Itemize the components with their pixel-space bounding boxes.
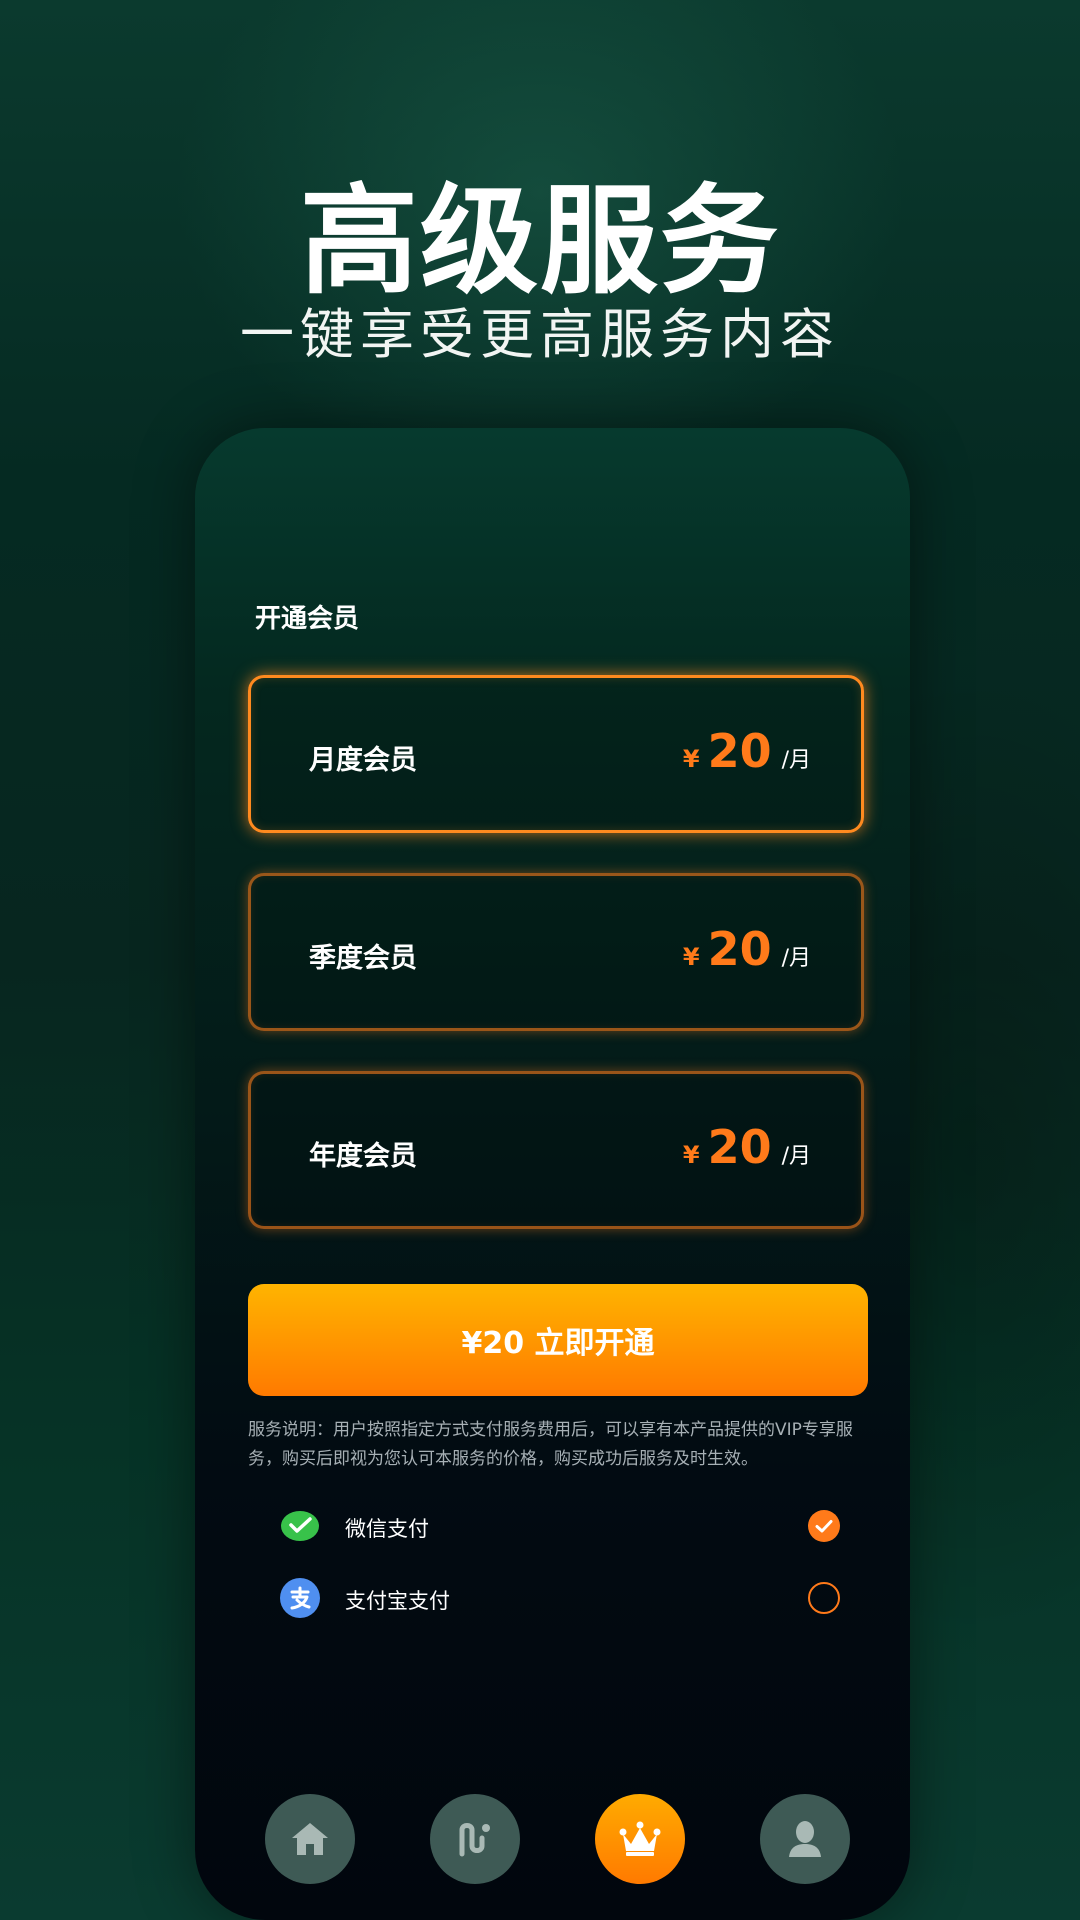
section-label: 开通会员: [255, 604, 360, 634]
crown-icon: [619, 1821, 661, 1856]
plan-price: ¥ 20 /月: [683, 1124, 811, 1170]
wechat-pay-icon: [280, 1506, 320, 1546]
home-icon: [292, 1823, 328, 1855]
payment-label: 微信支付: [345, 1517, 429, 1541]
plan-card-yearly[interactable]: 年度会员 ¥ 20 /月: [248, 1071, 864, 1229]
tab-bar: [195, 1794, 910, 1884]
alipay-icon: [280, 1578, 320, 1618]
plan-name: 季度会员: [309, 943, 417, 974]
plan-amount: 20: [707, 1120, 772, 1174]
plan-card-quarterly[interactable]: 季度会员 ¥ 20 /月: [248, 873, 864, 1031]
plan-name: 月度会员: [309, 745, 417, 776]
plan-price: ¥ 20 /月: [683, 728, 811, 774]
plan-price: ¥ 20 /月: [683, 926, 811, 972]
payment-label: 支付宝支付: [345, 1589, 450, 1613]
plan-currency: ¥: [682, 745, 700, 773]
route-icon: [459, 1823, 490, 1857]
plan-amount: 20: [707, 922, 772, 976]
plan-currency: ¥: [682, 943, 700, 971]
payment-option-wechat[interactable]: 微信支付: [280, 1504, 840, 1548]
plan-unit: /月: [781, 1144, 811, 1169]
tab-route[interactable]: [430, 1794, 520, 1884]
plan-card-monthly[interactable]: 月度会员 ¥ 20 /月: [248, 675, 864, 833]
profile-icon: [789, 1821, 821, 1857]
radio-unchecked-icon[interactable]: [808, 1582, 840, 1614]
tab-profile[interactable]: [760, 1794, 850, 1884]
hero-subtitle: 一键享受更高服务内容: [240, 303, 840, 366]
tab-vip[interactable]: [595, 1794, 685, 1884]
tab-home[interactable]: [265, 1794, 355, 1884]
service-note: 服务说明：用户按照指定方式支付服务费用后，可以享有本产品提供的VIP专享服务，购…: [248, 1420, 853, 1469]
subscribe-button[interactable]: ¥20 立即开通: [248, 1284, 868, 1396]
plan-currency: ¥: [682, 1141, 700, 1169]
plan-amount: 20: [707, 724, 772, 778]
phone-screen: 开通会员 月度会员 ¥ 20 /月 季度会员 ¥ 20 /月 年度会员 ¥ 20…: [195, 428, 910, 1920]
plan-name: 年度会员: [309, 1141, 417, 1172]
plan-unit: /月: [781, 748, 811, 773]
radio-checked-icon[interactable]: [808, 1510, 840, 1542]
payment-option-alipay[interactable]: 支付宝支付: [280, 1576, 840, 1620]
plan-unit: /月: [781, 946, 811, 971]
